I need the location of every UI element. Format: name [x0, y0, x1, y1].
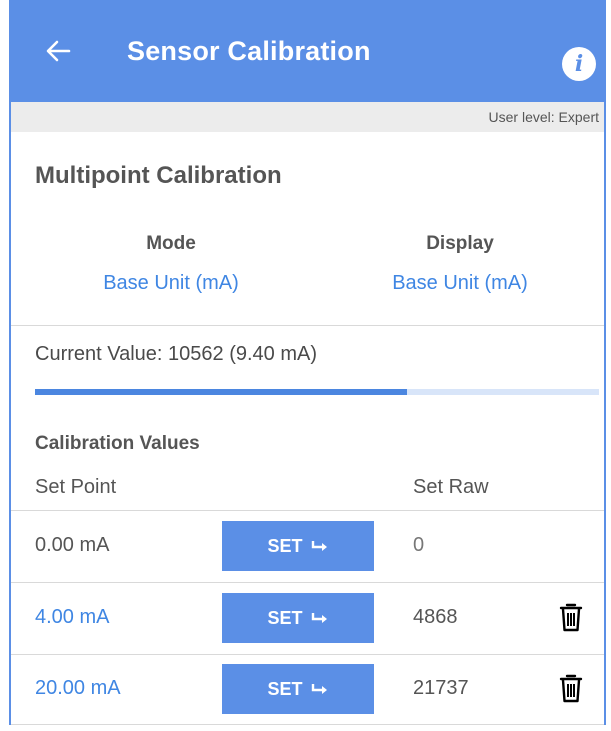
divider	[11, 325, 604, 326]
set-point-column-header: Set Point	[35, 476, 117, 498]
arrow-right-curved-icon	[311, 684, 327, 694]
app-bar: Sensor Calibration i	[11, 0, 604, 102]
divider	[11, 582, 604, 583]
set-raw-value: 21737	[413, 677, 469, 699]
current-value-progress-bar	[35, 389, 599, 395]
mode-column: Mode Base Unit (mA)	[61, 233, 281, 295]
calibration-row: 0.00 mA SET 0	[11, 512, 604, 582]
calibration-row: 20.00 mA SET 21737	[11, 655, 604, 725]
set-button[interactable]: SET	[222, 664, 374, 714]
trash-icon[interactable]	[559, 602, 583, 632]
arrow-right-curved-icon	[311, 613, 327, 623]
user-level-label: User level: Expert	[11, 102, 604, 132]
arrow-right-curved-icon	[311, 541, 327, 551]
display-label: Display	[426, 233, 494, 254]
mode-value-link[interactable]: Base Unit (mA)	[61, 272, 281, 295]
set-button[interactable]: SET	[222, 521, 374, 571]
display-value-link[interactable]: Base Unit (mA)	[350, 272, 570, 295]
progress-fill	[35, 389, 408, 395]
mode-label: Mode	[146, 233, 196, 254]
set-point-value-link[interactable]: 4.00 mA	[35, 606, 109, 629]
set-raw-value: 4868	[413, 606, 458, 628]
set-button[interactable]: SET	[222, 593, 374, 643]
divider	[11, 510, 604, 511]
set-button-label: SET	[267, 607, 303, 628]
current-value-text: Current Value: 10562 (9.40 mA)	[35, 343, 318, 365]
calibration-row: 4.00 mA SET 4868	[11, 584, 604, 654]
back-arrow-icon[interactable]	[45, 38, 71, 64]
info-icon[interactable]: i	[562, 47, 596, 81]
set-raw-column-header: Set Raw	[413, 476, 489, 498]
set-button-label: SET	[267, 535, 303, 556]
calibration-values-title: Calibration Values	[35, 433, 200, 454]
set-point-value: 0.00 mA	[35, 534, 110, 556]
set-button-label: SET	[267, 678, 303, 699]
screen-title: Sensor Calibration	[127, 35, 371, 66]
divider	[11, 724, 604, 725]
app-frame: Sensor Calibration i User level: Expert …	[9, 0, 606, 725]
set-raw-value: 0	[413, 534, 425, 556]
display-column: Display Base Unit (mA)	[350, 233, 570, 295]
trash-icon[interactable]	[559, 673, 583, 703]
set-point-value-link[interactable]: 20.00 mA	[35, 677, 121, 700]
section-title: Multipoint Calibration	[35, 162, 282, 189]
